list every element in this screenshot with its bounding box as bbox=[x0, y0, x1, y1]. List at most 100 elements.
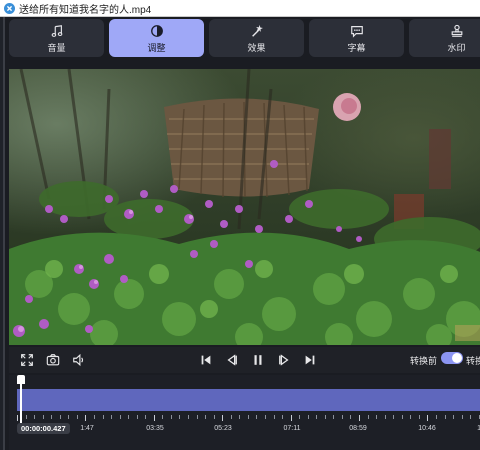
ruler-tick bbox=[324, 415, 326, 419]
ruler-tick bbox=[316, 415, 318, 419]
ruler-tick bbox=[367, 415, 369, 419]
ruler-tick bbox=[341, 415, 343, 419]
frame-back-icon[interactable] bbox=[223, 351, 241, 369]
playhead-cap bbox=[17, 375, 25, 384]
ruler-tick bbox=[85, 415, 87, 421]
ruler-tick bbox=[188, 415, 189, 419]
ruler-tick bbox=[196, 415, 198, 419]
playhead-handle[interactable] bbox=[17, 375, 25, 424]
ruler-tick bbox=[299, 415, 301, 419]
ruler-tick bbox=[153, 415, 155, 421]
tick-label: 03:35 bbox=[146, 425, 164, 432]
ruler-tick bbox=[68, 415, 70, 419]
ruler-tick bbox=[17, 415, 18, 421]
tab-volume-label: 音量 bbox=[47, 42, 66, 53]
ruler-tick bbox=[273, 415, 275, 419]
volume-icon[interactable] bbox=[70, 351, 88, 369]
tick-label: 10:46 bbox=[418, 425, 436, 432]
tab-subtitles[interactable]: 字幕 bbox=[309, 19, 404, 57]
camera-icon[interactable] bbox=[44, 351, 62, 369]
toggle-after-label: 转换 bbox=[466, 356, 480, 366]
ruler-tick bbox=[222, 415, 224, 421]
title-bar: 送给所有知道我名字的人.mp4 bbox=[0, 0, 480, 17]
skip-end-icon[interactable] bbox=[301, 351, 319, 369]
ruler-tick bbox=[119, 415, 121, 419]
ruler-tick bbox=[264, 415, 266, 419]
tick-label: 1:47 bbox=[80, 425, 94, 432]
toggle-before-label: 转换前 bbox=[410, 356, 438, 366]
tab-watermark[interactable]: 水印 bbox=[409, 19, 480, 57]
ruler-tick bbox=[384, 415, 386, 419]
ruler-tick bbox=[179, 415, 181, 419]
current-time-badge: 00:00:00.427 bbox=[17, 423, 70, 434]
tick-label: 07:11 bbox=[283, 425, 301, 432]
music-note-icon bbox=[50, 23, 64, 39]
timeline-track[interactable] bbox=[17, 389, 480, 411]
stamp-icon bbox=[450, 23, 464, 39]
tab-watermark-label: 水印 bbox=[447, 42, 466, 53]
ruler-tick bbox=[307, 415, 309, 419]
ruler-tick bbox=[51, 415, 53, 419]
ruler-tick bbox=[247, 415, 249, 419]
tick-label: 08:59 bbox=[349, 425, 367, 432]
window-title: 送给所有知道我名字的人.mp4 bbox=[19, 4, 152, 16]
tab-adjust[interactable]: 调整 bbox=[109, 19, 204, 57]
ruler-tick bbox=[290, 415, 292, 421]
contrast-icon bbox=[150, 23, 164, 39]
ruler-tick bbox=[470, 415, 472, 419]
ruler-tick bbox=[93, 415, 95, 419]
ruler-tick bbox=[453, 415, 455, 419]
tab-bar: 音量 调整 效果 字幕 水印 bbox=[9, 19, 480, 59]
pause-icon[interactable] bbox=[249, 351, 267, 369]
ruler-tick bbox=[76, 415, 78, 419]
ruler-tick bbox=[401, 415, 403, 419]
ruler-tick bbox=[256, 415, 258, 419]
editor-panel: 音量 调整 效果 字幕 水印 转换前 转换 1:47 03:35 05:23 0… bbox=[3, 17, 480, 450]
ruler-tick bbox=[376, 415, 378, 419]
ruler-tick bbox=[230, 415, 232, 419]
ruler-tick bbox=[162, 415, 164, 419]
ruler-tick bbox=[427, 415, 429, 421]
ruler-tick bbox=[359, 415, 360, 421]
app-icon bbox=[4, 2, 15, 14]
before-after-toggle[interactable] bbox=[441, 352, 463, 364]
ruler-tick bbox=[170, 415, 172, 419]
video-frame-image bbox=[9, 69, 480, 345]
ruler-tick bbox=[282, 415, 284, 419]
skip-start-icon[interactable] bbox=[197, 351, 215, 369]
ruler-tick bbox=[435, 415, 437, 419]
ruler-tick bbox=[42, 415, 44, 419]
toggle-knob bbox=[452, 353, 462, 363]
speech-bubble-icon bbox=[350, 23, 364, 39]
ruler-tick bbox=[136, 415, 138, 419]
ruler-tick bbox=[213, 415, 215, 419]
ruler-tick bbox=[418, 415, 420, 419]
ruler-tick bbox=[25, 415, 27, 419]
ruler-tick bbox=[393, 415, 395, 419]
ruler-tick bbox=[111, 415, 113, 419]
ruler-tick bbox=[59, 415, 61, 419]
ruler-tick bbox=[350, 415, 352, 419]
ruler-tick bbox=[239, 415, 241, 419]
tab-subtitles-label: 字幕 bbox=[347, 42, 366, 53]
ruler-tick bbox=[333, 415, 335, 419]
tab-adjust-label: 调整 bbox=[147, 42, 166, 53]
tick-label: 05:23 bbox=[214, 425, 232, 432]
tab-volume[interactable]: 音量 bbox=[9, 19, 104, 57]
ruler-tick bbox=[128, 415, 130, 419]
fullscreen-icon[interactable] bbox=[18, 351, 36, 369]
ruler-tick bbox=[205, 415, 207, 419]
video-preview[interactable] bbox=[9, 69, 480, 345]
ruler-tick bbox=[444, 415, 446, 419]
ruler-tick bbox=[145, 415, 147, 419]
ruler-tick bbox=[410, 415, 412, 419]
timeline[interactable]: 1:47 03:35 05:23 07:11 08:59 10:46 12 00… bbox=[9, 375, 480, 450]
playback-controls: 转换前 转换 bbox=[9, 347, 480, 373]
tab-effects-label: 效果 bbox=[247, 42, 266, 53]
magic-wand-icon bbox=[250, 23, 264, 39]
ruler-tick bbox=[102, 415, 104, 419]
ruler-tick bbox=[461, 415, 463, 419]
app-window: 送给所有知道我名字的人.mp4 音量 调整 效果 字幕 水印 转换前 转换 1:… bbox=[0, 0, 480, 450]
tab-effects[interactable]: 效果 bbox=[209, 19, 304, 57]
frame-forward-icon[interactable] bbox=[275, 351, 293, 369]
